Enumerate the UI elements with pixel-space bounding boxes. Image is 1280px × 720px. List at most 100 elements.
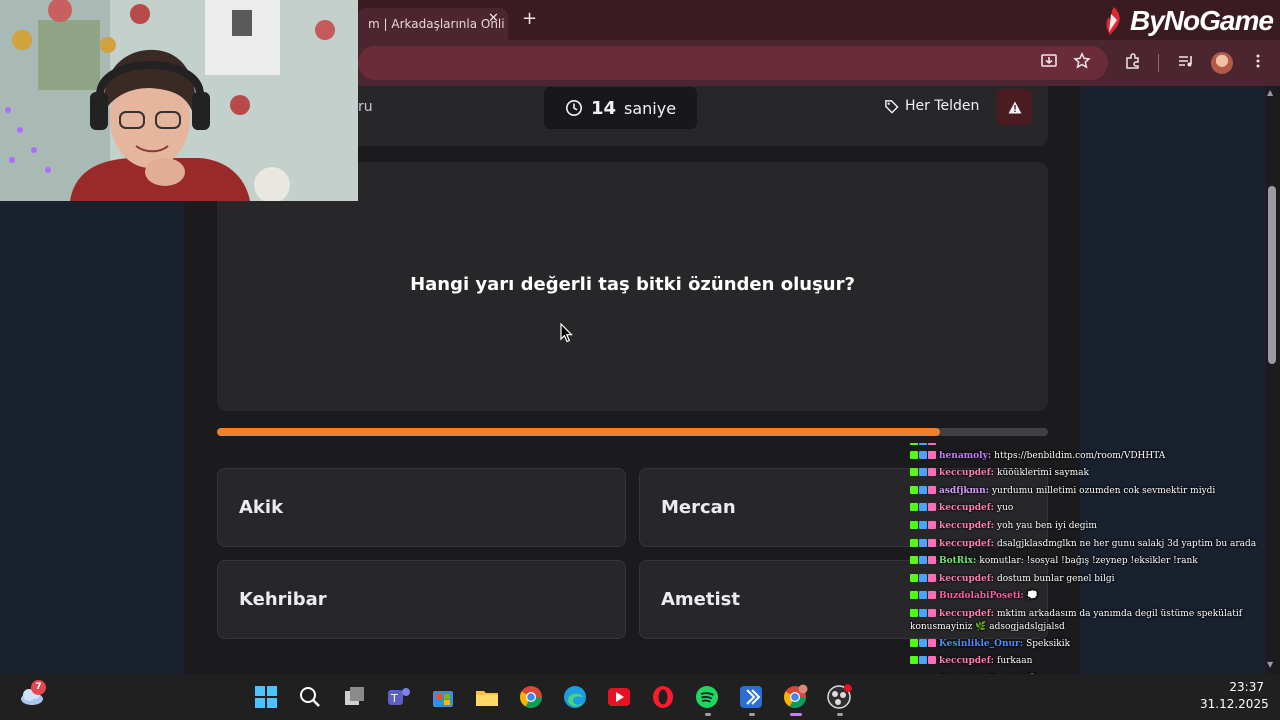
- app-running-indicator: [749, 713, 755, 716]
- address-bar[interactable]: [358, 46, 1108, 80]
- chat-badge-icon: [910, 538, 918, 547]
- task-view-icon[interactable]: [342, 684, 368, 710]
- chat-text: dostum bunlar genel bilgi: [996, 573, 1115, 584]
- chat-badge-icon: [910, 503, 918, 512]
- chat-message: keccupdef: mktim arkadasım da yanımda deg…: [904, 608, 1264, 633]
- mouse-cursor-icon: [560, 323, 573, 343]
- media-control-icon[interactable]: [1175, 52, 1197, 74]
- file-explorer-icon[interactable]: [474, 684, 500, 710]
- search-icon[interactable]: [297, 684, 323, 710]
- answer-label: Kehribar: [239, 589, 327, 610]
- chat-message: asdfjkmn: yurdumu milletimi ozumden cok s…: [904, 485, 1276, 498]
- chat-username: keccupdef:: [939, 656, 994, 667]
- install-icon[interactable]: [1038, 52, 1060, 74]
- store-icon[interactable]: [430, 684, 456, 710]
- chat-text: 💭: [1026, 591, 1038, 602]
- chat-text: furkaan: [996, 656, 1033, 667]
- answer-option-1[interactable]: Akik: [217, 468, 626, 547]
- browser-tab[interactable]: m | Arkadaşlarınla Onli: [358, 8, 508, 40]
- chat-badges: [910, 443, 937, 445]
- app-running-indicator: [705, 713, 711, 716]
- chat-message: keccupdef: furkaan: [904, 655, 1276, 668]
- chat-username: BuzdolabiPoseti:: [939, 591, 1024, 602]
- profile-avatar[interactable]: [1211, 52, 1233, 74]
- start-icon[interactable]: [253, 684, 279, 710]
- chat-text: yurdumu milletimi ozumden cok sevmektir …: [991, 485, 1216, 496]
- tab-close-icon[interactable]: ✕: [488, 11, 499, 26]
- chat-badges: [910, 656, 937, 668]
- app-running-indicator: [837, 713, 843, 716]
- chat-text: yoh yau ben iyi degim: [996, 520, 1097, 531]
- chat-message: keccupdef: dostum bunlar genel bilgi: [904, 573, 1276, 586]
- chat-message: Kesinlikle_Onur: Speksikik: [904, 638, 1276, 651]
- chat-badges: [910, 485, 937, 498]
- answer-option-3[interactable]: Kehribar: [217, 560, 626, 639]
- tab-title: m | Arkadaşlarınla Onli: [368, 17, 505, 31]
- opera-icon[interactable]: [650, 684, 676, 710]
- chat-badge-icon: [928, 556, 936, 565]
- chrome-profile-icon[interactable]: [782, 684, 808, 710]
- chat-badge-icon: [928, 573, 936, 582]
- chat-badge-icon: [910, 656, 918, 665]
- chat-username: keccupdef:: [939, 608, 994, 619]
- chat-badge-icon: [910, 485, 918, 494]
- chat-badge-icon: [910, 556, 918, 565]
- chat-badges: [910, 638, 937, 651]
- chat-badge-icon: [928, 538, 936, 547]
- chat-message: keccupdef: dsalgjklasdmglkn ne her gunu s…: [904, 538, 1276, 551]
- bookmark-star-icon[interactable]: [1071, 51, 1093, 74]
- clock-time: 23:37: [1229, 680, 1264, 694]
- logo-text: ByNoGame: [1130, 5, 1274, 36]
- chat-badge-icon: [928, 656, 936, 665]
- chat-badges: [910, 520, 937, 533]
- webcam-feed-image: [0, 0, 358, 201]
- browser-menu-icon[interactable]: [1247, 52, 1269, 74]
- report-button[interactable]: [997, 89, 1032, 125]
- warning-icon: [1008, 101, 1021, 113]
- chat-badge-icon: [919, 556, 927, 565]
- chat-badge-icon: [919, 538, 927, 547]
- chat-badge-icon: [910, 443, 918, 445]
- chat-badge-icon: [919, 468, 927, 477]
- new-tab-button[interactable]: +: [522, 8, 537, 29]
- chrome-icon[interactable]: [518, 684, 544, 710]
- timer-value: 14: [590, 97, 616, 119]
- chat-username: asdfjkmn:: [939, 485, 989, 496]
- chat-badge-icon: [928, 638, 936, 647]
- chat-badges: [910, 573, 937, 586]
- media-player-icon[interactable]: [606, 684, 632, 710]
- scrollbar-thumb[interactable]: [1268, 186, 1276, 364]
- svg-text:T: T: [390, 692, 398, 705]
- chat-badge-icon: [919, 656, 927, 665]
- chat-badge-icon: [910, 608, 918, 617]
- chat-badge-icon: [928, 468, 936, 477]
- app-icon[interactable]: [738, 684, 764, 710]
- chat-text: dsalgjklasdmglkn ne her gunu salakj 3d y…: [996, 538, 1257, 549]
- chat-badges: [910, 503, 937, 515]
- edge-icon[interactable]: [562, 684, 588, 710]
- toolbar-separator: [1158, 54, 1159, 72]
- chat-message: [904, 442, 1276, 445]
- teams-icon[interactable]: T: [386, 684, 412, 710]
- chat-badges: [910, 608, 937, 621]
- spotify-icon[interactable]: [694, 684, 720, 710]
- system-clock[interactable]: 23:37 31.12.2025: [1200, 679, 1269, 713]
- chat-badge-icon: [910, 520, 918, 529]
- extensions-icon[interactable]: [1122, 52, 1144, 74]
- chat-message: keccupdef: yuo: [904, 502, 1276, 515]
- scroll-up-arrow-icon[interactable]: ▲: [1267, 88, 1273, 97]
- tag-icon: [885, 99, 899, 114]
- obs-icon[interactable]: [826, 684, 852, 710]
- chat-badges: [910, 538, 937, 551]
- chat-message: keccupdef: yoh yau ben iyi degim: [904, 520, 1276, 533]
- chat-badge-icon: [928, 520, 936, 529]
- chat-badge-icon: [919, 573, 927, 582]
- chat-username: keccupdef:: [939, 573, 994, 584]
- chat-badge-icon: [910, 638, 918, 647]
- topic-tag: Her Telden: [884, 98, 979, 114]
- chat-badge-icon: [910, 591, 918, 600]
- time-progress-fill: [217, 428, 940, 436]
- chat-message: keccupdef: küöüklerimi saymak: [904, 467, 1276, 480]
- chat-message: henamoly: https://benbildim.com/room/VDHH…: [904, 450, 1276, 463]
- chat-badge-icon: [910, 450, 918, 459]
